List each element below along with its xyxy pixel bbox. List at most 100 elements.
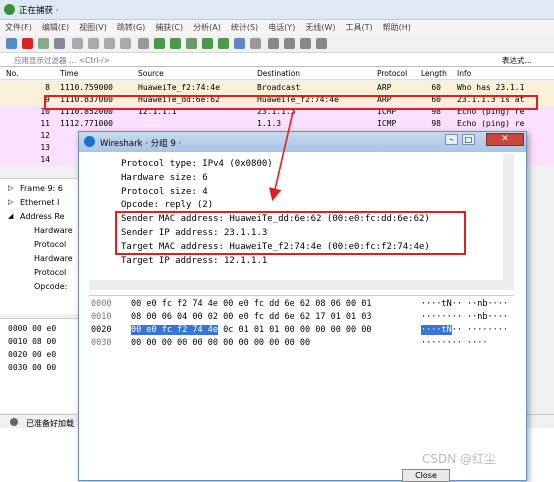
expand-arrow-icon[interactable]: ▷ xyxy=(8,184,13,192)
hex-ascii[interactable]: ····tN·· ········ xyxy=(421,325,508,335)
dialog-vertical-scrollbar[interactable] xyxy=(503,154,514,290)
autoscroll-icon[interactable] xyxy=(234,38,245,49)
packet-list-header: No. Time Source Destination Protocol Len… xyxy=(0,67,554,80)
detail-tree-item[interactable]: Hardware xyxy=(34,254,73,263)
hex-ascii[interactable]: ····tN·· ··nb···· xyxy=(421,299,508,309)
main-toolbar xyxy=(0,35,554,53)
hex-offset: 0020 xyxy=(91,325,112,335)
colorize-icon[interactable] xyxy=(250,38,261,49)
menu-telephony[interactable]: 电话(Y) xyxy=(263,20,300,35)
maximize-icon[interactable]: □ xyxy=(462,134,475,145)
detail-tree-item[interactable]: Protocol xyxy=(34,240,66,249)
resize-columns-icon[interactable] xyxy=(316,38,327,49)
title-bar: 正在捕获 · xyxy=(0,0,554,20)
hex-ascii-rest[interactable]: ·· ········ xyxy=(452,325,508,335)
dialog-horizontal-scrollbar[interactable] xyxy=(89,280,503,290)
hex-bytes[interactable]: 00 e0 fc f2 74 4e 00 e0 fc dd 6e 62 08 0… xyxy=(131,299,372,309)
col-source[interactable]: Source xyxy=(138,69,164,78)
menu-tools[interactable]: 工具(T) xyxy=(340,20,377,35)
packet-dst-cell: 1.1.3 xyxy=(257,119,282,128)
capture-options-icon[interactable] xyxy=(54,38,65,49)
hex-bytes-rest[interactable]: 0c 01 01 01 00 00 00 00 00 00 xyxy=(218,325,371,335)
open-file-icon[interactable] xyxy=(72,38,83,49)
dialog-field[interactable]: Hardware size: 6 xyxy=(121,173,208,183)
close-icon[interactable]: ✕ xyxy=(486,133,524,146)
menu-edit[interactable]: 编辑(E) xyxy=(37,20,74,35)
dialog-field[interactable]: Target IP address: 12.1.1.1 xyxy=(121,256,267,266)
status-indicator-icon xyxy=(10,418,18,426)
packet-len-cell: 60 xyxy=(431,83,441,92)
expand-arrow-icon[interactable]: ▷ xyxy=(8,198,13,206)
normal-size-icon[interactable] xyxy=(300,38,311,49)
dialog-field[interactable]: Protocol type: IPv4 (0x0800) xyxy=(121,159,273,169)
detail-tree-item[interactable]: Protocol xyxy=(34,268,66,277)
col-time[interactable]: Time xyxy=(60,69,78,78)
go-to-packet-icon[interactable] xyxy=(186,38,197,49)
col-info[interactable]: Info xyxy=(457,69,471,78)
menu-go[interactable]: 跳转(G) xyxy=(112,20,150,35)
packet-no-cell: 14 xyxy=(40,155,50,164)
menu-bar: 文件(F) 编辑(E) 视图(V) 跳转(G) 捕获(C) 分析(A) 统计(S) 电话(Y)… xyxy=(0,20,554,35)
go-back-icon[interactable] xyxy=(154,38,165,49)
packet-info-cell: Who has 23.1.1 xyxy=(457,83,525,92)
find-packet-icon[interactable] xyxy=(138,38,149,49)
zoom-in-icon[interactable] xyxy=(268,38,279,49)
dialog-title: Wireshark · 分组 9 · xyxy=(100,139,182,149)
minimize-icon[interactable]: – xyxy=(445,134,458,145)
col-protocol[interactable]: Protocol xyxy=(377,69,407,78)
dialog-title-bar: Wireshark · 分组 9 · – □ ✕ xyxy=(79,132,526,152)
detail-tree-item[interactable]: Address Re xyxy=(20,212,65,221)
hex-ascii-selected[interactable]: ····tN xyxy=(421,325,452,335)
go-forward-icon[interactable] xyxy=(170,38,181,49)
hex-line: 0010 08 00 xyxy=(8,337,57,346)
hex-offset: 0010 xyxy=(91,312,112,322)
close-file-icon[interactable] xyxy=(104,38,115,49)
col-destination[interactable]: Destination xyxy=(257,69,300,78)
expand-arrow-icon[interactable]: ◢ xyxy=(8,212,13,220)
watermark: CSDN @红尘 xyxy=(422,452,497,466)
menu-file[interactable]: 文件(F) xyxy=(0,20,37,35)
zoom-out-icon[interactable] xyxy=(284,38,295,49)
hex-bytes[interactable]: 08 00 06 04 00 02 00 e0 fc dd 6e 62 17 0… xyxy=(131,312,372,322)
expression-button[interactable]: 表达式… xyxy=(502,55,532,66)
menu-capture[interactable]: 捕获(C) xyxy=(150,20,188,35)
dialog-field[interactable]: Opcode: reply (2) xyxy=(121,200,213,210)
menu-statistics[interactable]: 统计(S) xyxy=(226,20,263,35)
highlight-box-arp-fields xyxy=(115,211,466,255)
wireshark-app-icon xyxy=(4,4,15,15)
packet-proto-cell: ICMP xyxy=(377,119,397,128)
packet-row[interactable]: 8 1110.759000 HuaweiTe_f2:74:4e Broadcast AR… xyxy=(0,82,554,94)
menu-analyze[interactable]: 分析(A) xyxy=(188,20,226,35)
hex-bytes[interactable]: 00 e0 fc f2 74 4e 0c 01 01 01 00 00 00 0… xyxy=(131,325,372,335)
filter-input[interactable]: 应用显示过滤器 … <Ctrl-/> xyxy=(14,55,110,66)
save-file-icon[interactable] xyxy=(88,38,99,49)
stop-capture-icon[interactable] xyxy=(22,38,33,49)
packet-row[interactable]: 11 1112.771000 1.1.3 ICMP 98 Echo (ping) re xyxy=(0,118,554,130)
reload-file-icon[interactable] xyxy=(120,38,131,49)
packet-time-cell: 1112.771000 xyxy=(60,119,113,128)
hex-bytes[interactable]: 00 00 00 00 00 00 00 00 00 00 00 00 xyxy=(131,338,310,348)
col-no[interactable]: No. xyxy=(6,69,18,78)
col-length[interactable]: Length xyxy=(421,69,447,78)
hex-offset: 0000 xyxy=(91,299,112,309)
menu-view[interactable]: 视图(V) xyxy=(74,20,112,35)
detail-tree-item[interactable]: Frame 9: 6 xyxy=(20,184,63,193)
dialog-field[interactable]: Protocol size: 4 xyxy=(121,187,208,197)
last-packet-icon[interactable] xyxy=(218,38,229,49)
packet-no-cell: 11 xyxy=(40,119,50,128)
menu-help[interactable]: 帮助(H) xyxy=(378,20,416,35)
hex-bytes-selected[interactable]: 00 e0 fc f2 74 4e xyxy=(131,325,218,335)
hex-ascii[interactable]: ········ ···· xyxy=(421,338,488,348)
first-packet-icon[interactable] xyxy=(202,38,213,49)
display-filter-bar[interactable]: 应用显示过滤器 … <Ctrl-/> 表达式… xyxy=(0,53,554,67)
detail-tree-item[interactable]: Hardware xyxy=(34,226,73,235)
restart-capture-icon[interactable] xyxy=(38,38,49,49)
detail-tree-item[interactable]: Opcode: xyxy=(34,282,67,291)
packet-no-cell: 8 xyxy=(45,83,50,92)
menu-wireless[interactable]: 无线(W) xyxy=(300,20,340,35)
detail-tree-item[interactable]: Ethernet I xyxy=(20,198,59,207)
close-button[interactable]: Close xyxy=(402,469,450,482)
hex-ascii[interactable]: ········ ··nb···· xyxy=(421,312,508,322)
start-capture-icon[interactable] xyxy=(6,38,17,49)
wireshark-fin-icon xyxy=(84,136,95,147)
